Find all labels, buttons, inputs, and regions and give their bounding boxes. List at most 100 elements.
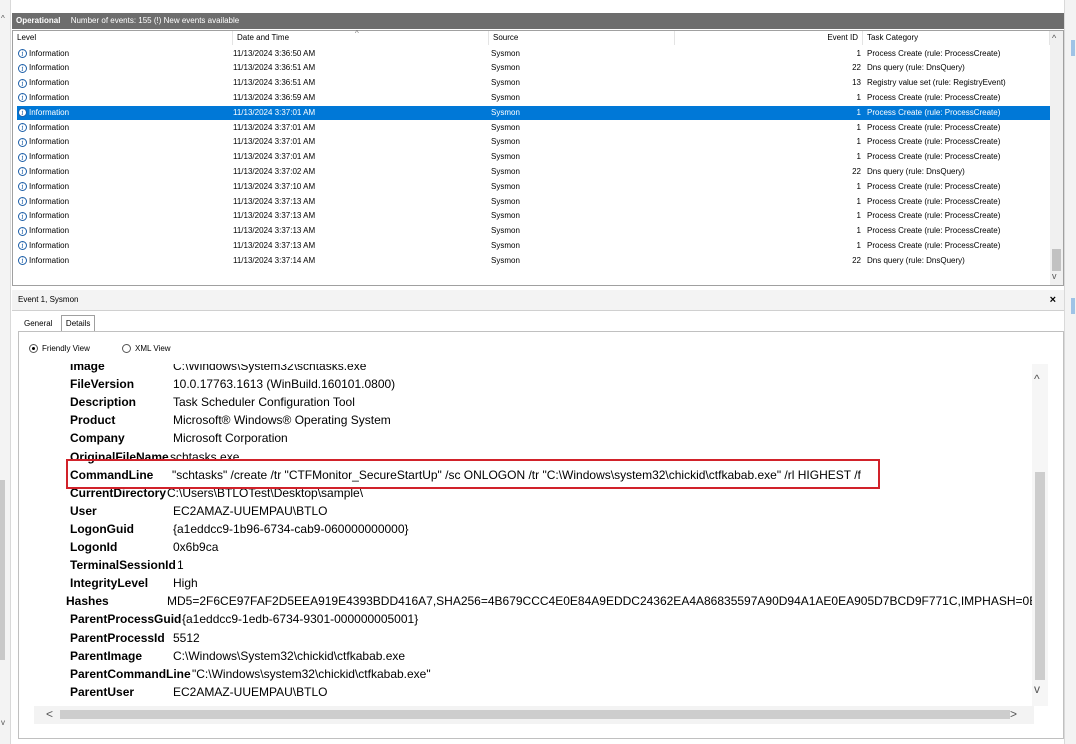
- field-name: LogonId: [70, 540, 118, 554]
- table-row[interactable]: i Information 11/13/2024 3:36:50 AM Sysmon 1…: [17, 47, 1051, 62]
- column-header-datetime[interactable]: Date and Time ^: [233, 29, 489, 45]
- cell-event-id: 1: [856, 92, 861, 102]
- list-vertical-scrollbar[interactable]: ^ v: [1050, 31, 1063, 285]
- scroll-up-icon[interactable]: ^: [1052, 33, 1056, 43]
- table-row[interactable]: i Information 11/13/2024 3:37:01 AM Sysmon 1…: [17, 121, 1051, 136]
- table-row[interactable]: i Information 11/13/2024 3:37:01 AM Sysmon 1…: [17, 150, 1051, 165]
- field-name: Hashes: [66, 594, 109, 609]
- tab-details[interactable]: Details: [60, 315, 96, 332]
- chevron-down-icon[interactable]: v: [1034, 682, 1040, 696]
- cell-task-category: Registry value set (rule: RegistryEvent): [867, 78, 1006, 88]
- field-value: 0x6b9ca: [173, 540, 219, 554]
- commandline-highlight-box: [66, 459, 880, 489]
- cell-datetime: 11/13/2024 3:37:01 AM: [233, 137, 316, 147]
- event-detail-title: Event 1, Sysmon: [18, 295, 79, 304]
- table-row[interactable]: i Information 11/13/2024 3:36:51 AM Sysmon 1…: [17, 76, 1051, 91]
- cell-level: Information: [29, 152, 70, 162]
- table-row[interactable]: i Information 11/13/2024 3:37:14 AM Sysmon 2…: [17, 254, 1051, 269]
- cell-source: Sysmon: [491, 211, 520, 221]
- field-value: MD5=2F6CE97FAF2D5EEA919E4393BDD416A7,SHA…: [167, 594, 1034, 609]
- table-row[interactable]: i Information 11/13/2024 3:36:59 AM Sysmon 1…: [17, 91, 1051, 106]
- right-marker: [1071, 298, 1075, 314]
- cell-datetime: 11/13/2024 3:37:01 AM: [233, 107, 316, 117]
- scroll-down-icon[interactable]: v: [1, 718, 5, 727]
- fields-scroll-thumb[interactable]: [1035, 472, 1045, 680]
- cell-source: Sysmon: [491, 92, 520, 102]
- cell-datetime: 11/13/2024 3:37:13 AM: [233, 240, 316, 250]
- field-value: EC2AMAZ-UUEMPAU\BTLO: [173, 684, 328, 699]
- right-marker: [1071, 40, 1075, 56]
- info-icon: i: [18, 63, 27, 73]
- table-row[interactable]: i Information 11/13/2024 3:36:51 AM Sysmon 2…: [17, 61, 1051, 76]
- cell-level: Information: [29, 196, 70, 206]
- column-header-datetime-label: Date and Time: [237, 33, 290, 42]
- cell-datetime: 11/13/2024 3:37:13 AM: [233, 196, 316, 206]
- table-row[interactable]: i Information 11/13/2024 3:37:13 AM Sysmon 1…: [17, 209, 1051, 224]
- list-scroll-thumb[interactable]: [1052, 249, 1061, 271]
- cell-datetime: 11/13/2024 3:37:01 AM: [233, 152, 316, 162]
- cell-event-id: 1: [856, 240, 861, 250]
- cell-source: Sysmon: [491, 181, 520, 191]
- xml-view-label: XML View: [135, 344, 171, 353]
- field-name: Image: [70, 364, 105, 373]
- events-list[interactable]: Level Date and Time ^ Source Event ID Ta…: [12, 29, 1064, 286]
- scroll-down-icon[interactable]: v: [1052, 271, 1057, 281]
- cell-datetime: 11/13/2024 3:36:50 AM: [233, 48, 316, 58]
- cell-source: Sysmon: [491, 240, 520, 250]
- cell-level: Information: [29, 137, 70, 147]
- column-header-source[interactable]: Source: [489, 31, 675, 45]
- field-name: TerminalSessionId: [70, 558, 176, 573]
- scroll-up-icon[interactable]: ^: [1, 14, 5, 23]
- table-row[interactable]: i Information 11/13/2024 3:37:13 AM Sysmon 1…: [17, 239, 1051, 254]
- table-row[interactable]: i Information 11/13/2024 3:37:10 AM Sysmon 1…: [17, 180, 1051, 195]
- table-row[interactable]: i Information 11/13/2024 3:37:01 AM Sysmon 1…: [17, 105, 1051, 121]
- field-value: Microsoft Corporation: [173, 431, 288, 446]
- cell-datetime: 11/13/2024 3:36:59 AM: [233, 92, 316, 102]
- field-name: Description: [70, 395, 137, 410]
- left-scroll-thumb[interactable]: [0, 480, 5, 660]
- cell-event-id: 1: [856, 226, 861, 236]
- cell-source: Sysmon: [491, 63, 520, 73]
- tab-general[interactable]: General: [20, 315, 56, 331]
- cell-event-id: 1: [856, 122, 861, 132]
- field-value: 1: [177, 558, 184, 573]
- fields-hscroll-thumb[interactable]: [60, 710, 1010, 719]
- xml-view-radio[interactable]: XML View: [122, 343, 171, 355]
- cell-source: Sysmon: [491, 122, 520, 132]
- column-header-level[interactable]: Level: [13, 31, 233, 45]
- column-header-task-category[interactable]: Task Category: [863, 31, 1050, 45]
- field-name: ParentCommandLine: [70, 666, 191, 681]
- cell-task-category: Process Create (rule: ProcessCreate): [867, 240, 1001, 250]
- field-name: Product: [70, 413, 116, 428]
- cell-event-id: 1: [856, 137, 861, 147]
- chevron-up-icon[interactable]: ^: [1034, 372, 1040, 386]
- info-icon: i: [18, 78, 27, 88]
- field-value: High: [173, 576, 198, 591]
- log-header-bar: Operational Number of events: 155 (!) Ne…: [12, 13, 1064, 29]
- chevron-right-icon[interactable]: >: [1010, 707, 1017, 721]
- field-value: {a1eddcc9-1b96-6734-cab9-060000000000}: [173, 521, 409, 536]
- column-header-event-id[interactable]: Event ID: [675, 31, 863, 45]
- friendly-view-radio[interactable]: Friendly View: [29, 343, 90, 355]
- table-row[interactable]: i Information 11/13/2024 3:37:02 AM Sysmon 2…: [17, 165, 1051, 180]
- field-name: ParentImage: [70, 648, 143, 663]
- fields-horizontal-scrollbar[interactable]: < >: [34, 706, 1034, 724]
- table-row[interactable]: i Information 11/13/2024 3:37:13 AM Sysmon 1…: [17, 224, 1051, 239]
- table-row[interactable]: i Information 11/13/2024 3:37:13 AM Sysmon 1…: [17, 195, 1051, 210]
- fields-vertical-scrollbar[interactable]: ^ v: [1032, 364, 1048, 706]
- chevron-left-icon[interactable]: <: [46, 707, 53, 721]
- cell-datetime: 11/13/2024 3:37:01 AM: [233, 122, 316, 132]
- cell-task-category: Process Create (rule: ProcessCreate): [867, 137, 1001, 147]
- table-row[interactable]: i Information 11/13/2024 3:37:01 AM Sysmon 1…: [17, 135, 1051, 150]
- close-icon[interactable]: ×: [1050, 290, 1056, 310]
- cell-task-category: Dns query (rule: DnsQuery): [867, 63, 965, 73]
- info-icon: i: [18, 108, 27, 118]
- friendly-view-label: Friendly View: [42, 344, 90, 353]
- cell-event-id: 1: [856, 196, 861, 206]
- field-name: Company: [70, 431, 125, 446]
- event-fields-view[interactable]: Image C:\Windows\System32\schtasks.exe Fil…: [34, 364, 1034, 706]
- field-value: {a1eddcc9-1edb-6734-9301-000000005001}: [182, 612, 419, 627]
- event-count-info[interactable]: Number of events: 155 (!) New events ava…: [71, 16, 240, 25]
- cell-event-id: 22: [852, 255, 861, 265]
- cell-task-category: Process Create (rule: ProcessCreate): [867, 152, 1001, 162]
